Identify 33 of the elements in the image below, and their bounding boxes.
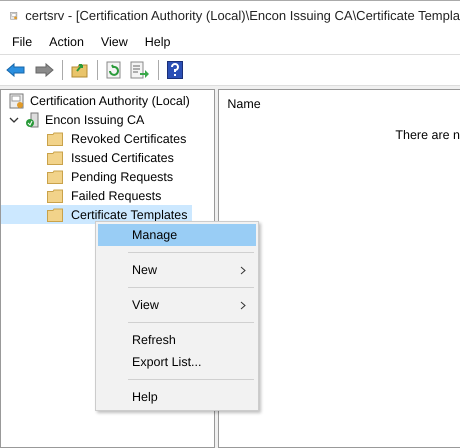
export-list-icon[interactable] [130,61,150,79]
refresh-icon[interactable] [106,61,122,79]
folder-icon [47,188,63,202]
tree-item[interactable]: Certification Authority (Local) [30,94,190,108]
folder-icon [47,170,63,184]
tree-item[interactable]: Pending Requests [71,170,174,184]
server-icon [24,112,40,128]
folder-icon [47,208,63,222]
certificate-authority-icon [9,92,25,108]
menu-item[interactable]: Help [144,35,170,49]
menu-item[interactable]: Refresh [98,329,256,351]
menu-item[interactable]: New [98,259,256,281]
chevron-icon[interactable] [9,114,19,124]
tree-item[interactable]: Issued Certificates [71,150,174,164]
menu-item[interactable]: File [12,35,32,49]
menu-item[interactable]: View [98,294,256,316]
window-title: certsrv - [Certification Authority (Local)\Encon Issuing CA\Certificate Templa [25,8,460,23]
menu-item[interactable]: Help [98,386,256,408]
help-icon[interactable] [167,61,183,79]
folder-up-icon[interactable] [71,61,89,79]
column-header[interactable]: Name [219,90,460,118]
menu-item[interactable]: Export List... [98,351,256,373]
menu-item[interactable]: Manage [98,224,256,246]
tree-item[interactable]: Failed Requests [71,188,162,202]
menu-item[interactable]: Action [49,35,84,49]
forward-arrow-icon[interactable] [34,62,54,78]
tree-item[interactable]: Revoked Certificates [71,132,186,146]
folder-icon [47,132,63,146]
menu-item[interactable]: View [100,35,128,49]
tree-item[interactable]: Encon Issuing CA [45,112,144,126]
back-arrow-icon[interactable] [6,62,26,78]
empty-list-message: There are n [394,127,460,142]
folder-icon [47,150,63,164]
